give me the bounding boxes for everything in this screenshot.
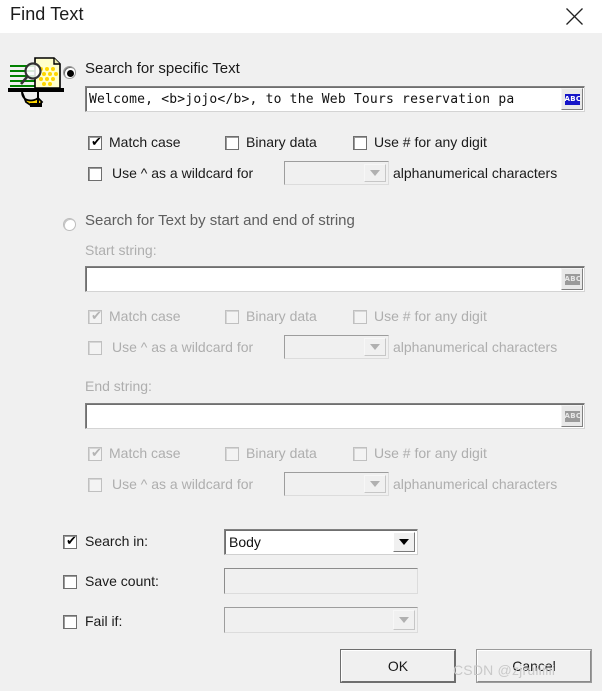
radio-search-specific-text[interactable] — [63, 66, 76, 79]
radio-search-specific-text-label: Search for specific Text — [85, 60, 240, 77]
check-mark-icon: ✔ — [66, 534, 77, 549]
check-mark-icon: ✔ — [91, 446, 102, 461]
titlebar: Find Text — [0, 0, 602, 33]
abc-icon: ABC — [564, 93, 582, 105]
checkbox-use-hash-digit-2[interactable] — [353, 310, 367, 324]
radio-dot — [67, 70, 74, 77]
label-use-hash-digit-1: Use # for any digit — [374, 134, 487, 150]
label-use-hash-digit-3: Use # for any digit — [374, 445, 487, 461]
dialog-body: Search for specific Text Welcome, <b>joj… — [0, 33, 602, 697]
label-binary-data-1: Binary data — [246, 134, 317, 150]
chevron-down-icon[interactable] — [364, 164, 386, 182]
checkbox-fail-if[interactable] — [63, 615, 77, 629]
abc-icon-button-1[interactable]: ABC — [561, 88, 583, 110]
ok-button[interactable]: OK — [340, 649, 456, 683]
checkbox-binary-data-1[interactable] — [225, 136, 239, 150]
find-text-dialog: Find Text Search for specific Text Welco… — [0, 0, 602, 697]
label-wildcard-before-3: Use ^ as a wildcard for — [112, 476, 254, 492]
label-wildcard-before-1: Use ^ as a wildcard for — [112, 165, 254, 181]
chevron-down-icon[interactable] — [364, 475, 386, 493]
combo-search-in[interactable]: Body — [224, 529, 418, 555]
label-match-case-2: Match case — [109, 308, 181, 324]
search-text-input[interactable]: Welcome, <b>jojo</b>, to the Web Tours r… — [85, 86, 585, 112]
watermark: CSDN @zjruiiiiii — [453, 662, 556, 678]
checkbox-wildcard-3[interactable] — [88, 478, 102, 492]
abc-icon-button-3[interactable]: ABC — [561, 405, 583, 427]
chevron-down-icon[interactable] — [393, 532, 415, 552]
search-text-value: Welcome, <b>jojo</b>, to the Web Tours r… — [89, 92, 515, 107]
label-binary-data-2: Binary data — [246, 308, 317, 324]
combo-search-in-value: Body — [229, 534, 261, 550]
radio-search-start-end[interactable] — [63, 218, 76, 231]
combo-wildcard-count-3[interactable] — [284, 472, 389, 496]
checkbox-search-in[interactable]: ✔ — [63, 535, 77, 549]
combo-fail-if[interactable] — [224, 607, 418, 633]
label-wildcard-after-2: alphanumerical characters — [393, 339, 558, 355]
checkbox-use-hash-digit-1[interactable] — [353, 136, 367, 150]
label-wildcard-after-3: alphanumerical characters — [393, 476, 558, 492]
label-search-in: Search in: — [85, 533, 149, 549]
check-mark-icon: ✔ — [91, 309, 102, 324]
label-match-case-3: Match case — [109, 445, 181, 461]
checkbox-wildcard-1[interactable] — [88, 167, 102, 181]
abc-icon: ABC — [564, 410, 582, 422]
input-save-count[interactable] — [224, 568, 418, 594]
checkbox-match-case-1[interactable]: ✔ — [88, 136, 102, 150]
label-save-count: Save count: — [85, 573, 159, 589]
find-text-icon — [8, 52, 64, 108]
chevron-down-icon[interactable] — [393, 610, 415, 630]
label-end-string: End string: — [85, 378, 152, 394]
label-wildcard-after-1: alphanumerical characters — [393, 165, 558, 181]
checkbox-match-case-3[interactable]: ✔ — [88, 447, 102, 461]
bottom-strip — [0, 691, 602, 697]
end-string-input[interactable]: ABC — [85, 403, 585, 429]
close-button[interactable] — [554, 0, 594, 33]
checkbox-binary-data-2[interactable] — [225, 310, 239, 324]
checkbox-use-hash-digit-3[interactable] — [353, 447, 367, 461]
label-binary-data-3: Binary data — [246, 445, 317, 461]
chevron-down-icon[interactable] — [364, 338, 386, 356]
label-match-case-1: Match case — [109, 134, 181, 150]
radio-search-start-end-label: Search for Text by start and end of stri… — [85, 212, 355, 229]
combo-wildcard-count-2[interactable] — [284, 335, 389, 359]
label-fail-if: Fail if: — [85, 613, 123, 629]
checkbox-save-count[interactable] — [63, 575, 77, 589]
window-title: Find Text — [10, 4, 84, 24]
label-use-hash-digit-2: Use # for any digit — [374, 308, 487, 324]
abc-icon: ABC — [564, 273, 582, 285]
ok-button-label: OK — [387, 658, 409, 674]
checkbox-match-case-2[interactable]: ✔ — [88, 310, 102, 324]
combo-wildcard-count-1[interactable] — [284, 161, 389, 185]
checkbox-binary-data-3[interactable] — [225, 447, 239, 461]
label-wildcard-before-2: Use ^ as a wildcard for — [112, 339, 254, 355]
checkbox-wildcard-2[interactable] — [88, 341, 102, 355]
close-icon — [565, 7, 584, 26]
label-start-string: Start string: — [85, 242, 157, 258]
check-mark-icon: ✔ — [91, 135, 102, 150]
start-string-input[interactable]: ABC — [85, 266, 585, 292]
abc-icon-button-2[interactable]: ABC — [561, 268, 583, 290]
